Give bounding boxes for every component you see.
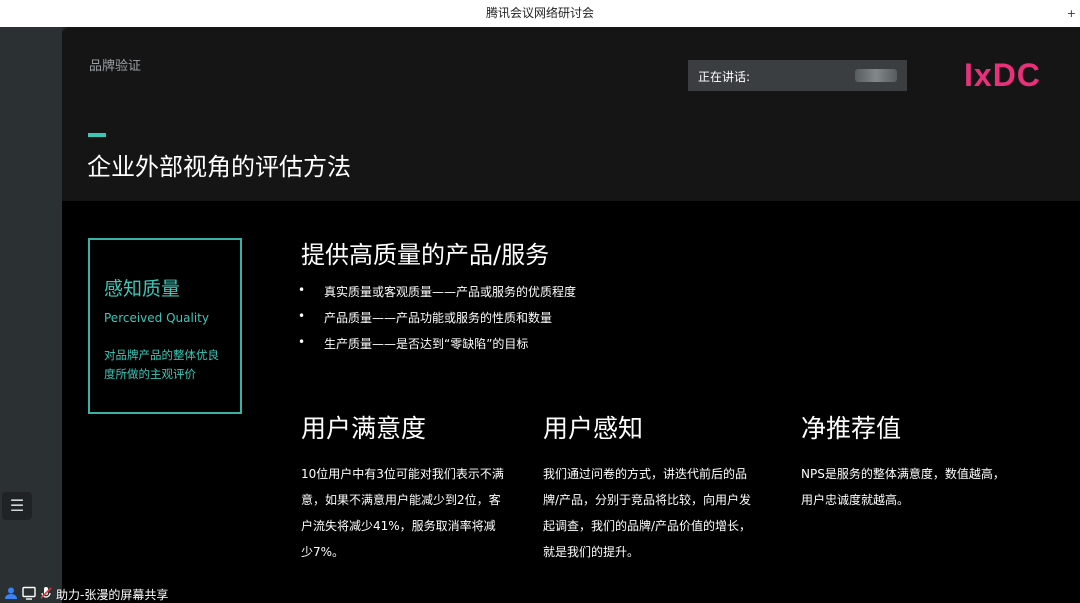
- screen-share-icon: [22, 586, 36, 600]
- list-icon[interactable]: ☰: [2, 492, 32, 520]
- column-heading: 净推荐值: [801, 414, 902, 443]
- column-text: NPS是服务的整体满意度，数值越高，用户忠诚度就越高。: [801, 467, 1005, 507]
- slide-title: 企业外部视角的评估方法: [87, 153, 351, 181]
- window-title: 腾讯会议网络研讨会: [485, 6, 594, 20]
- nps-column: 净推荐值 NPS是服务的整体满意度，数值越高，用户忠诚度就越高。: [801, 409, 1011, 513]
- column-text: 10位用户中有3位可能对我们表示不满意，如果不满意用户能减少到2位，客户流失将减…: [301, 467, 504, 559]
- slide-header: 品牌验证 正在讲话: IxDC 企业外部视角的评估方法: [62, 27, 1080, 201]
- share-status-text: 助力-张漫的屏幕共享: [56, 588, 169, 602]
- offer-bullet-list: 真实质量或客观质量——产品或服务的优质程度 产品质量——产品功能或服务的性质和数…: [298, 283, 576, 361]
- perception-column: 用户感知 我们通过问卷的方式，讲迭代前后的品牌/产品，分别于竞品将比较，向用户发…: [543, 409, 753, 565]
- ixdc-logo: IxDC: [964, 57, 1041, 93]
- user-icon: [5, 587, 17, 599]
- pin-icon[interactable]: +: [1067, 0, 1076, 27]
- left-sidebar: ☰: [0, 27, 62, 603]
- quality-description: 对品牌产品的整体优良度所做的主观评价: [104, 348, 219, 381]
- bullet-item: 真实质量或客观质量——产品或服务的优质程度: [298, 283, 576, 309]
- satisfaction-column: 用户满意度 10位用户中有3位可能对我们表示不满意，如果不满意用户能减少到2位，…: [301, 409, 511, 565]
- column-heading: 用户感知: [543, 414, 644, 443]
- title-accent-bar: [88, 133, 106, 137]
- mic-muted-icon: [40, 587, 52, 599]
- quality-title: 感知质量: [104, 278, 181, 300]
- speaking-indicator: 正在讲话:: [688, 60, 907, 91]
- column-text: 我们通过问卷的方式，讲迭代前后的品牌/产品，分别于竞品将比较，向用户发起调查，我…: [543, 467, 752, 559]
- quality-subtitle: Perceived Quality: [104, 311, 209, 325]
- perceived-quality-box: 感知质量 Perceived Quality 对品牌产品的整体优良度所做的主观评…: [88, 238, 242, 414]
- shared-slide: 品牌验证 正在讲话: IxDC 企业外部视角的评估方法 感知质量 Perceiv…: [62, 27, 1080, 603]
- bullet-item: 产品质量——产品功能或服务的性质和数量: [298, 309, 576, 335]
- bullet-item: 生产质量——是否达到“零缺陷”的目标: [298, 335, 576, 361]
- offer-title: 提供高质量的产品/服务: [301, 241, 550, 269]
- window-title-bar: 腾讯会议网络研讨会 +: [0, 0, 1080, 27]
- share-status-bar: 助力-张漫的屏幕共享: [0, 583, 240, 603]
- section-label: 品牌验证: [89, 59, 142, 74]
- speaker-label: 正在讲话:: [698, 70, 751, 84]
- column-heading: 用户满意度: [301, 414, 427, 443]
- speaker-avatar: [855, 69, 897, 82]
